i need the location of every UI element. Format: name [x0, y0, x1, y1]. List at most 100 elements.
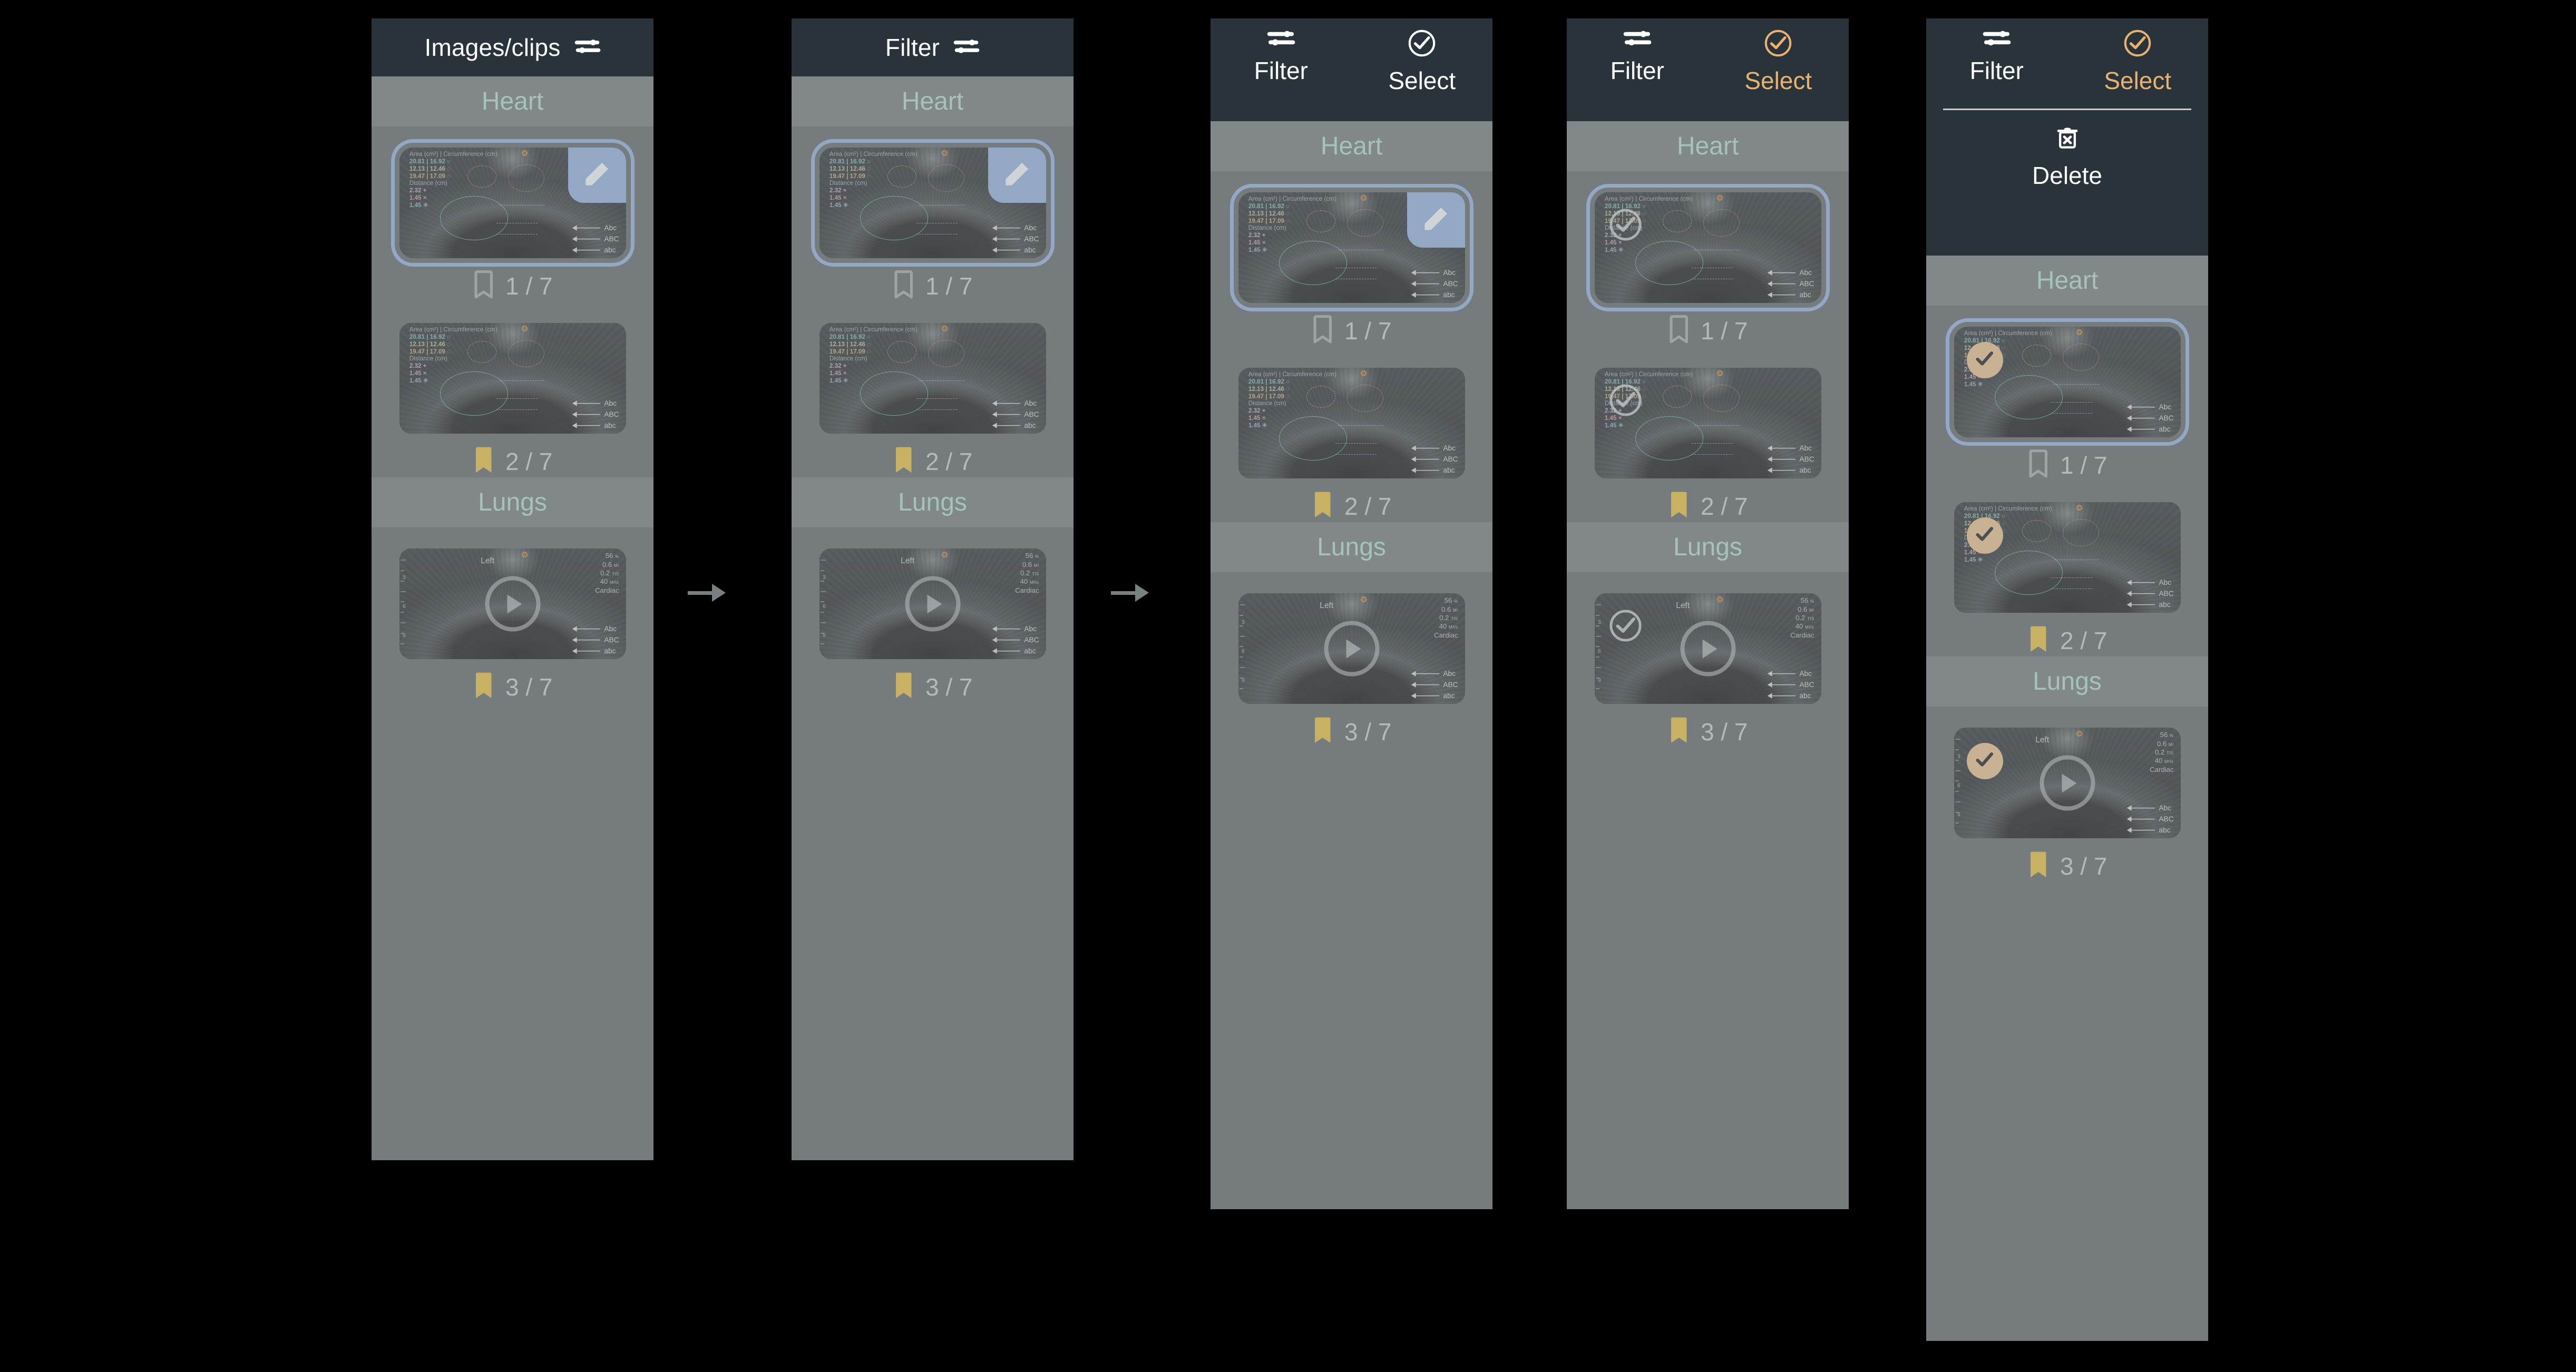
image-counter: 3 / 7 [925, 673, 973, 701]
section-title: Lungs [478, 488, 547, 516]
arrow-head-icon [1135, 584, 1149, 602]
select-button[interactable]: Select [1352, 28, 1493, 95]
thumbnail-dim-veil [819, 323, 1046, 434]
ultrasound-clip[interactable]: Left 56 % 0.6 MI 0.2 TIS 40 MHz Cardiac 3 6 9 Abc… [1238, 593, 1465, 704]
ultrasound-image[interactable]: Area (cm²) | Circumference (cm) 20.81 | 1… [1586, 184, 1830, 311]
bookmark-filled-icon[interactable] [473, 445, 494, 477]
thumbnail-wrapper[interactable]: Area (cm²) | Circumference (cm) 20.81 | 1… [1238, 368, 1465, 478]
bookmark-filled-icon[interactable] [1668, 490, 1690, 522]
filter-button[interactable]: Filter [1926, 28, 2067, 85]
thumbnail-item[interactable]: Area (cm²) | Circumference (cm) 20.81 | 1… [372, 302, 653, 477]
ultrasound-clip[interactable]: Left 56 % 0.6 MI 0.2 TIS 40 MHz Cardiac 3 6 9 Abc… [1954, 728, 2181, 838]
thumbnail-meta-row: 1 / 7 [473, 270, 552, 302]
thumbnail-wrapper[interactable]: Area (cm²) | Circumference (cm) 20.81 | 1… [1954, 502, 2181, 613]
ultrasound-image[interactable]: Area (cm²) | Circumference (cm) 20.81 | 1… [1594, 368, 1821, 478]
check-circle-icon [1607, 382, 1644, 421]
section-title: Lungs [1673, 533, 1742, 561]
ultrasound-image[interactable]: Area (cm²) | Circumference (cm) 20.81 | 1… [811, 139, 1055, 267]
thumbnail-item[interactable]: Area (cm²) | Circumference (cm) 20.81 | 1… [1926, 481, 2208, 656]
bookmark-outline-icon[interactable] [1312, 315, 1333, 347]
ultrasound-clip[interactable]: Left 56 % 0.6 MI 0.2 TIS 40 MHz Cardiac 3 6 9 Abc… [1594, 593, 1821, 704]
checkbox-unchecked[interactable] [1607, 208, 1644, 244]
ultrasound-image[interactable]: Area (cm²) | Circumference (cm) 20.81 | 1… [1945, 318, 2189, 446]
thumbnail-item[interactable]: Left 56 % 0.6 MI 0.2 TIS 40 MHz Cardiac 3 6 9 Abc… [792, 527, 1074, 703]
section-title: Heart [481, 87, 544, 115]
arrow-shaft [688, 591, 712, 595]
thumbnail-wrapper[interactable]: Area (cm²) | Circumference (cm) 20.81 | 1… [399, 323, 626, 434]
bookmark-outline-icon[interactable] [473, 270, 494, 302]
thumbnail-wrapper[interactable]: Left 56 % 0.6 MI 0.2 TIS 40 MHz Cardiac 3 6 9 Abc… [1238, 593, 1465, 704]
thumbnail-wrapper[interactable]: Area (cm²) | Circumference (cm) 20.81 | 1… [1945, 318, 2189, 446]
bookmark-filled-icon[interactable] [2027, 624, 2049, 656]
section-header-lungs: Lungs [1211, 522, 1492, 572]
panel-title-row[interactable]: Filter [885, 33, 980, 62]
thumbnail-wrapper[interactable]: Area (cm²) | Circumference (cm) 20.81 | 1… [1594, 368, 1821, 478]
thumbnail-item[interactable]: Left 56 % 0.6 MI 0.2 TIS 40 MHz Cardiac 3 6 9 Abc… [1567, 572, 1849, 748]
header-action-bar: Filter Select [1211, 18, 1492, 95]
thumbnail-meta-row: 1 / 7 [2027, 449, 2107, 481]
sliders-icon[interactable] [953, 37, 980, 58]
thumbnail-item[interactable]: Area (cm²) | Circumference (cm) 20.81 | 1… [1926, 306, 2208, 481]
thumbnail-wrapper[interactable]: Left 56 % 0.6 MI 0.2 TIS 40 MHz Cardiac 3 6 9 Abc… [819, 548, 1046, 659]
panel-title: Images/clips [424, 34, 561, 61]
checkbox-checked[interactable] [1966, 743, 2003, 779]
ultrasound-image[interactable]: Area (cm²) | Circumference (cm) 20.81 | 1… [399, 323, 626, 434]
bookmark-filled-icon[interactable] [2027, 850, 2049, 882]
thumbnail-item[interactable]: Area (cm²) | Circumference (cm) 20.81 | 1… [792, 302, 1074, 477]
panel-3: Filter Select Heart Area (cm²) | Circumfere… [1211, 18, 1492, 1209]
ultrasound-clip[interactable]: Left 56 % 0.6 MI 0.2 TIS 40 MHz Cardiac 3 6 9 Abc… [819, 548, 1046, 659]
flow-arrow-1 [688, 584, 726, 602]
thumbnail-item[interactable]: Area (cm²) | Circumference (cm) 20.81 | 1… [1567, 171, 1849, 347]
checkbox-checked[interactable] [1966, 342, 2003, 378]
bookmark-filled-icon[interactable] [473, 671, 494, 703]
filter-button[interactable]: Filter [1567, 28, 1708, 85]
checkbox-unchecked[interactable] [1607, 383, 1644, 419]
thumbnail-wrapper[interactable]: Area (cm²) | Circumference (cm) 20.81 | 1… [1230, 184, 1474, 311]
sliders-icon[interactable] [574, 37, 601, 58]
thumbnail-wrapper[interactable]: Area (cm²) | Circumference (cm) 20.81 | 1… [819, 323, 1046, 434]
thumbnail-wrapper[interactable]: Left 56 % 0.6 MI 0.2 TIS 40 MHz Cardiac 3 6 9 Abc… [1594, 593, 1821, 704]
bookmark-outline-icon[interactable] [893, 270, 914, 302]
thumbnail-wrapper[interactable]: Area (cm²) | Circumference (cm) 20.81 | 1… [811, 139, 1055, 267]
ultrasound-clip[interactable]: Left 56 % 0.6 MI 0.2 TIS 40 MHz Cardiac 3 6 9 Abc… [399, 548, 626, 659]
section-title: Lungs [1317, 533, 1386, 561]
ultrasound-image[interactable]: Area (cm²) | Circumference (cm) 20.81 | 1… [1954, 502, 2181, 613]
thumbnail-item[interactable]: Area (cm²) | Circumference (cm) 20.81 | 1… [792, 126, 1074, 302]
image-counter: 2 / 7 [505, 447, 553, 475]
bookmark-filled-icon[interactable] [1312, 716, 1333, 748]
filter-button[interactable]: Filter [1211, 28, 1352, 85]
bookmark-filled-icon[interactable] [1312, 490, 1333, 522]
thumbnail-meta-row: 3 / 7 [1312, 716, 1391, 748]
bookmark-outline-icon[interactable] [1668, 315, 1690, 347]
thumbnail-item[interactable]: Area (cm²) | Circumference (cm) 20.81 | 1… [1211, 347, 1492, 522]
select-button[interactable]: Select [1708, 28, 1849, 95]
ultrasound-image[interactable]: Area (cm²) | Circumference (cm) 20.81 | 1… [1230, 184, 1474, 311]
bookmark-outline-icon[interactable] [2027, 449, 2049, 481]
thumbnail-item[interactable]: Left 56 % 0.6 MI 0.2 TIS 40 MHz Cardiac 3 6 9 Abc… [1211, 572, 1492, 748]
thumbnail-item[interactable]: Area (cm²) | Circumference (cm) 20.81 | 1… [1211, 171, 1492, 347]
bookmark-filled-icon[interactable] [893, 445, 914, 477]
ultrasound-image[interactable]: Area (cm²) | Circumference (cm) 20.81 | 1… [1238, 368, 1465, 478]
select-button[interactable]: Select [2067, 28, 2209, 95]
thumbnail-wrapper[interactable]: Left 56 % 0.6 MI 0.2 TIS 40 MHz Cardiac 3 6 9 Abc… [399, 548, 626, 659]
thumbnail-wrapper[interactable]: Area (cm²) | Circumference (cm) 20.81 | 1… [391, 139, 635, 267]
thumbnail-item[interactable]: Left 56 % 0.6 MI 0.2 TIS 40 MHz Cardiac 3 6 9 Abc… [372, 527, 653, 703]
section-header-heart: Heart [372, 76, 653, 126]
thumbnail-wrapper[interactable]: Area (cm²) | Circumference (cm) 20.81 | 1… [1586, 184, 1830, 311]
checkbox-checked[interactable] [1966, 517, 2003, 554]
thumbnail-item[interactable]: Area (cm²) | Circumference (cm) 20.81 | 1… [1567, 347, 1849, 522]
ultrasound-image[interactable]: Area (cm²) | Circumference (cm) 20.81 | 1… [391, 139, 635, 267]
edit-badge[interactable] [568, 148, 626, 203]
bookmark-filled-icon[interactable] [893, 671, 914, 703]
thumbnail-wrapper[interactable]: Left 56 % 0.6 MI 0.2 TIS 40 MHz Cardiac 3 6 9 Abc… [1954, 728, 2181, 838]
bookmark-filled-icon[interactable] [1668, 716, 1690, 748]
ultrasound-image[interactable]: Area (cm²) | Circumference (cm) 20.81 | 1… [819, 323, 1046, 434]
thumbnail-item[interactable]: Area (cm²) | Circumference (cm) 20.81 | 1… [372, 126, 653, 302]
edit-badge[interactable] [988, 148, 1046, 203]
thumbnail-meta-row: 1 / 7 [1668, 315, 1748, 347]
panel-title-row[interactable]: Images/clips [424, 33, 600, 62]
thumbnail-item[interactable]: Left 56 % 0.6 MI 0.2 TIS 40 MHz Cardiac 3 6 9 Abc… [1926, 707, 2208, 882]
checkbox-unchecked[interactable] [1607, 609, 1644, 645]
delete-button[interactable]: Delete [1926, 124, 2208, 190]
edit-badge[interactable] [1407, 192, 1465, 248]
